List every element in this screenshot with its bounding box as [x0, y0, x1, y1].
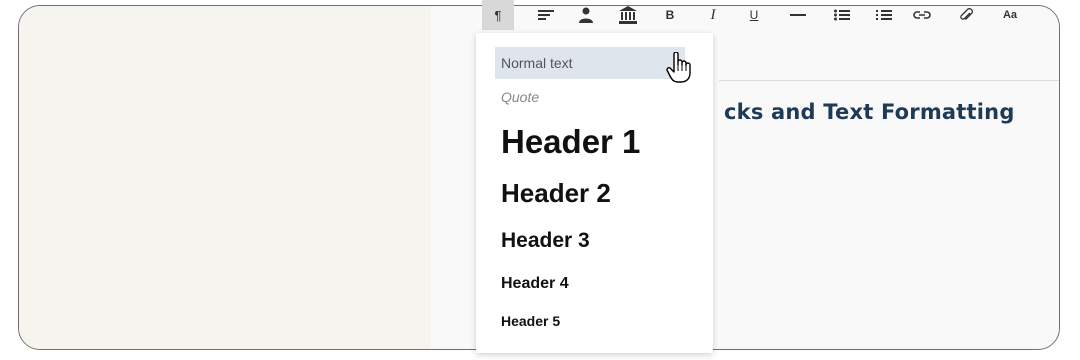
- underline-icon: U: [749, 8, 759, 22]
- link-icon: [913, 11, 931, 19]
- dropdown-option-header-5[interactable]: Header 5: [495, 313, 713, 329]
- font-case-button[interactable]: Aa: [994, 0, 1026, 30]
- bullet-list-button[interactable]: [826, 0, 858, 30]
- italic-button[interactable]: I: [697, 0, 729, 30]
- numbered-list-icon: [876, 10, 892, 20]
- horizontal-rule-button[interactable]: [782, 0, 814, 30]
- person-button[interactable]: [570, 0, 602, 30]
- align-left-icon: [538, 10, 554, 20]
- hand-cursor-icon: [666, 52, 691, 83]
- bold-icon: B: [665, 8, 675, 22]
- dropdown-option-header-4[interactable]: Header 4: [495, 275, 713, 293]
- bank-icon: [619, 6, 637, 24]
- left-panel: [19, 6, 431, 349]
- institution-button[interactable]: [612, 0, 644, 30]
- bullet-list-icon: [834, 9, 850, 21]
- dropdown-option-header-1[interactable]: Header 1: [495, 123, 713, 161]
- attachment-button[interactable]: [950, 0, 982, 30]
- numbered-list-button[interactable]: [868, 0, 900, 30]
- align-button[interactable]: [530, 0, 562, 30]
- bold-button[interactable]: B: [654, 0, 686, 30]
- paragraph-style-button[interactable]: ¶: [482, 0, 514, 30]
- italic-icon: I: [710, 6, 716, 23]
- dropdown-option-normal-text[interactable]: Normal text: [495, 47, 685, 79]
- dropdown-option-quote[interactable]: Quote: [495, 89, 713, 105]
- underline-button[interactable]: U: [738, 0, 770, 30]
- paperclip-icon: [960, 8, 973, 20]
- document-title: cks and Text Formatting: [724, 100, 1015, 124]
- dropdown-option-header-3[interactable]: Header 3: [495, 229, 713, 253]
- link-button[interactable]: [906, 0, 938, 30]
- font-case-icon: Aa: [1002, 9, 1018, 21]
- divider: [719, 80, 1059, 81]
- person-icon: [579, 7, 593, 23]
- paragraph-icon: ¶: [494, 7, 502, 23]
- horizontal-rule-icon: [790, 14, 806, 16]
- dropdown-option-header-2[interactable]: Header 2: [495, 178, 713, 209]
